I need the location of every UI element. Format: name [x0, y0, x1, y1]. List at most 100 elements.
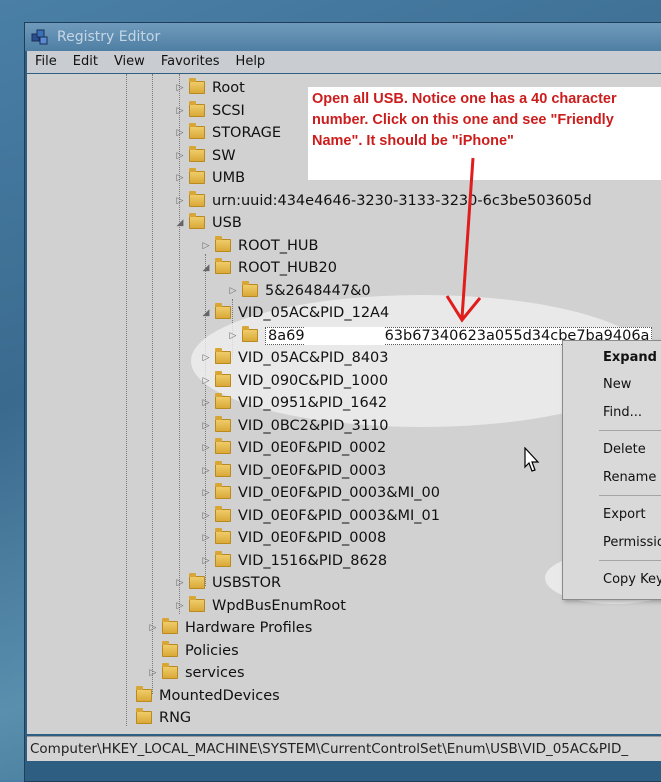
- context-menu-new[interactable]: New: [603, 377, 631, 392]
- tree-item[interactable]: ▷ services: [148, 662, 245, 684]
- expander-icon[interactable]: ▷: [148, 617, 158, 639]
- tree-item[interactable]: ▷ UMB: [175, 167, 245, 189]
- folder-icon: [215, 460, 231, 477]
- tree-item[interactable]: ▷ STORAGE: [175, 122, 281, 144]
- tree-item-label: RNG: [159, 710, 192, 726]
- tree-item-label: Hardware Profiles: [185, 620, 313, 636]
- expander-icon[interactable]: ▷: [175, 572, 185, 594]
- expander-icon[interactable]: ▷: [201, 482, 211, 504]
- folder-icon: [215, 437, 231, 454]
- context-menu-copy-key[interactable]: Copy Key: [603, 572, 661, 587]
- tree-item[interactable]: ▷ 5&2648447&0: [228, 280, 371, 302]
- tree-item[interactable]: MountedDevices: [122, 685, 280, 707]
- tree-item[interactable]: ◢ VID_05AC&PID_12A4: [201, 302, 389, 324]
- expander-icon[interactable]: ◢: [201, 302, 211, 324]
- expander-icon[interactable]: ▷: [175, 122, 185, 144]
- context-menu-permissions[interactable]: Permission: [603, 535, 661, 550]
- expander-icon[interactable]: ▷: [175, 167, 185, 189]
- tree-item-label: VID_0E0F&PID_0002: [238, 440, 387, 456]
- tree-item[interactable]: ▷ ROOT_HUB: [201, 235, 318, 257]
- expander-icon[interactable]: ▷: [201, 505, 211, 527]
- folder-icon: [189, 572, 205, 589]
- context-menu-export[interactable]: Export: [603, 507, 646, 522]
- expander-icon[interactable]: ▷: [201, 550, 211, 572]
- tree-item[interactable]: ▷ WpdBusEnumRoot: [175, 595, 346, 617]
- expander-icon[interactable]: ▷: [175, 595, 185, 617]
- context-menu-rename[interactable]: Rename: [603, 470, 656, 485]
- status-bar-path: Computer\HKEY_LOCAL_MACHINE\SYSTEM\Curre…: [27, 736, 661, 761]
- tree-item-label: Policies: [185, 643, 239, 659]
- expander-icon[interactable]: ▷: [201, 437, 211, 459]
- expander-icon[interactable]: ▷: [175, 77, 185, 99]
- context-menu-delete[interactable]: Delete: [603, 442, 646, 457]
- menu-view[interactable]: View: [106, 51, 153, 73]
- tree-item[interactable]: ◢ ROOT_HUB20: [201, 257, 337, 279]
- tree-item-label: VID_0E0F&PID_0003: [238, 463, 387, 479]
- menu-separator: [599, 430, 661, 431]
- tree-item[interactable]: ▷ VID_0E0F&PID_0003: [201, 460, 386, 482]
- expander-icon[interactable]: ▷: [228, 280, 238, 302]
- expander-icon[interactable]: ◢: [175, 212, 185, 234]
- tree-item[interactable]: ▷ VID_05AC&PID_8403: [201, 347, 389, 369]
- folder-icon: [189, 145, 205, 162]
- menu-file[interactable]: File: [27, 51, 65, 73]
- tree-item[interactable]: ▷ urn:uuid:434e4646-3230-3133-3230-6c3be5…: [175, 190, 592, 212]
- context-menu-find[interactable]: Find...: [603, 405, 642, 420]
- title-bar: Registry Editor: [25, 23, 661, 51]
- context-menu: Expand New Find... Delete Rename Export …: [562, 340, 661, 600]
- folder-icon: [189, 190, 205, 207]
- tree-item[interactable]: ▷ Root: [175, 77, 245, 99]
- tree-item[interactable]: ◢ USB: [175, 212, 242, 234]
- expander-icon[interactable]: ◢: [201, 257, 211, 279]
- tree-item[interactable]: ▷ SW: [175, 145, 236, 167]
- expander-icon[interactable]: ▷: [201, 347, 211, 369]
- tree-item[interactable]: ▷ VID_0951&PID_1642: [201, 392, 387, 414]
- context-menu-expand[interactable]: Expand: [603, 350, 657, 365]
- menu-edit[interactable]: Edit: [65, 51, 106, 73]
- folder-icon: [242, 325, 258, 342]
- tree-item-label: ROOT_HUB: [238, 238, 319, 254]
- tree-item-label: SW: [212, 148, 236, 164]
- tree-item-label: STORAGE: [212, 125, 282, 141]
- expander-icon[interactable]: ▷: [148, 662, 158, 684]
- tree-item-label: ROOT_HUB20: [238, 260, 337, 276]
- tree-item[interactable]: ▷ VID_0E0F&PID_0008: [201, 527, 386, 549]
- menu-help[interactable]: Help: [228, 51, 274, 73]
- expander-icon[interactable]: ▷: [201, 392, 211, 414]
- expander-icon[interactable]: ▷: [201, 370, 211, 392]
- tree-item[interactable]: ▷ VID_0BC2&PID_3110: [201, 415, 389, 437]
- folder-icon: [215, 302, 231, 319]
- expander-icon[interactable]: ▷: [175, 145, 185, 167]
- folder-icon: [215, 370, 231, 387]
- expander-icon[interactable]: ▷: [175, 190, 185, 212]
- key-label-start: 8a69: [268, 328, 305, 344]
- expander-icon[interactable]: ▷: [175, 100, 185, 122]
- expander-icon[interactable]: ▷: [228, 325, 238, 347]
- expander-icon[interactable]: ▷: [201, 460, 211, 482]
- menu-favorites[interactable]: Favorites: [153, 51, 228, 73]
- registry-editor-icon: [31, 29, 48, 45]
- tree-item[interactable]: ▷ VID_090C&PID_1000: [201, 370, 388, 392]
- tree-item[interactable]: Policies: [148, 640, 239, 662]
- expander-icon[interactable]: ▷: [201, 235, 211, 257]
- tree-item-label: VID_0E0F&PID_0008: [238, 530, 387, 546]
- tree-item-label: VID_0E0F&PID_0003&MI_01: [238, 508, 441, 524]
- folder-icon: [162, 662, 178, 679]
- folder-icon: [215, 550, 231, 567]
- tree-item[interactable]: ▷ VID_0E0F&PID_0002: [201, 437, 386, 459]
- tree-item[interactable]: ▷ VID_1516&PID_8628: [201, 550, 387, 572]
- folder-icon: [215, 415, 231, 432]
- expander-icon[interactable]: ▷: [201, 527, 211, 549]
- tree-guide-line: [126, 74, 127, 726]
- tree-item[interactable]: ▷ VID_0E0F&PID_0003&MI_00: [201, 482, 440, 504]
- tree-item[interactable]: ▷ Hardware Profiles: [148, 617, 312, 639]
- tree-item[interactable]: ▷ VID_0E0F&PID_0003&MI_01: [201, 505, 440, 527]
- folder-icon: [189, 77, 205, 94]
- tree-item[interactable]: RNG: [122, 707, 191, 729]
- expander-icon[interactable]: ▷: [201, 415, 211, 437]
- tree-item[interactable]: ▷ SCSI: [175, 100, 245, 122]
- folder-icon: [189, 595, 205, 612]
- tree-item[interactable]: ▷ USBSTOR: [175, 572, 281, 594]
- instruction-annotation: Open all USB. Notice one has a 40 charac…: [308, 87, 661, 180]
- tree-item-label: VID_05AC&PID_12A4: [238, 305, 390, 321]
